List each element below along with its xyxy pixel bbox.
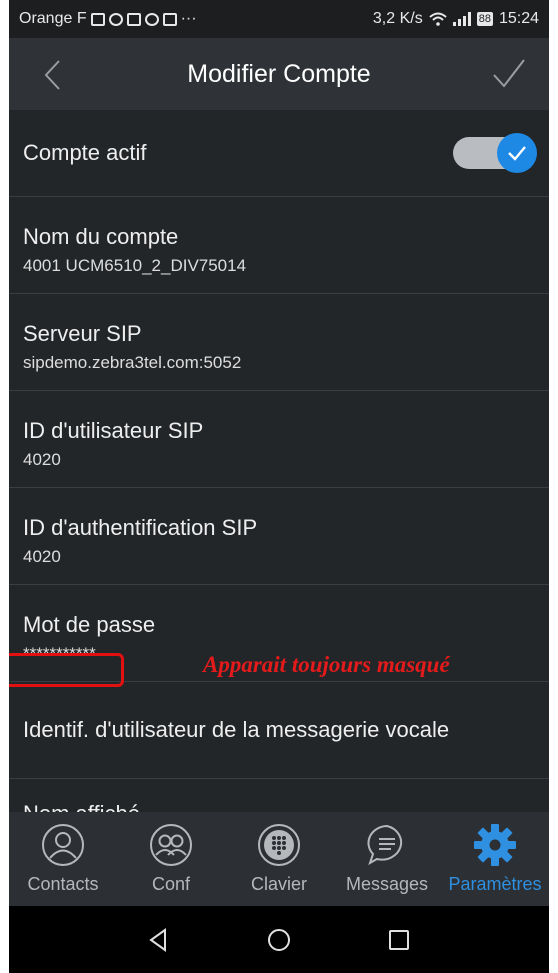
tab-label: Clavier [250,874,307,894]
chat-icon [367,824,403,866]
system-navigation [9,906,549,973]
dialpad-icon [258,824,300,866]
network-speed: 3,2 K/s [372,10,423,27]
notification-icon [90,12,105,26]
message-icon [126,12,141,26]
tab-label: Paramètres [448,874,542,894]
account-active-label: Compte actif [23,140,147,165]
tab-label: Messages [345,874,429,894]
clock: 15:24 [498,10,539,27]
voicemail-user-id-label: Identif. d'utilisateur de la messagerie … [23,717,450,742]
account-name-value: 4001 UCM6510_2_DIV75014 [23,256,247,275]
signal-icon [452,12,471,26]
sip-user-id-label: ID d'utilisateur SIP [23,418,204,443]
gear-icon [474,824,516,866]
tab-messages[interactable]: Messages [333,812,441,906]
bottom-navigation: Contacts Conf Clavier Messages Paramètre… [9,812,549,906]
person-icon [42,824,84,866]
app-bar: Modifier Compte [9,38,549,110]
mail-icon [162,12,177,26]
sip-server-label: Serveur SIP [23,321,142,346]
checkmark-icon[interactable] [491,56,527,92]
account-name-row[interactable]: Nom du compte 4001 UCM6510_2_DIV75014 [9,197,549,294]
back-triangle-icon[interactable] [145,926,173,954]
display-name-label: Nom affiché [23,801,549,812]
status-bar: Orange F ··· 3,2 K/s 88 15:24 [9,0,549,38]
more-notifications: ··· [180,10,197,27]
sip-auth-id-row[interactable]: ID d'authentification SIP 4020 [9,488,549,585]
account-active-row[interactable]: Compte actif [9,110,549,197]
sip-auth-id-label: ID d'authentification SIP [23,515,258,540]
home-circle-icon[interactable] [265,926,293,954]
sip-user-id-value: 4020 [23,450,61,469]
group-icon [150,824,192,866]
chevron-left-icon[interactable] [37,58,71,92]
password-label: Mot de passe [23,612,156,637]
page-title: Modifier Compte [187,59,371,88]
tab-contacts[interactable]: Contacts [9,812,117,906]
wifi-icon [429,12,447,26]
tab-label: Conf [151,874,191,894]
display-name-row[interactable]: Nom affiché [9,779,549,812]
sip-auth-id-value: 4020 [23,547,61,566]
account-active-toggle[interactable] [453,133,537,173]
tab-clavier[interactable]: Clavier [225,812,333,906]
sip-user-id-row[interactable]: ID d'utilisateur SIP 4020 [9,391,549,488]
account-settings-list: Compte actif Nom du compte 4001 UCM6510_… [9,110,549,812]
sip-server-row[interactable]: Serveur SIP sipdemo.zebra3tel.com:5052 [9,294,549,391]
tab-conf[interactable]: Conf [117,812,225,906]
recents-square-icon[interactable] [385,926,413,954]
missed-call-icon [108,12,123,26]
voicemail-user-id-row[interactable]: Identif. d'utilisateur de la messagerie … [9,682,549,779]
sip-server-value: sipdemo.zebra3tel.com:5052 [23,353,242,372]
battery-icon: 88 [476,12,493,26]
tab-label: Contacts [27,874,99,894]
check-circle-icon [144,12,159,26]
password-annotation: Apparait toujours masqué [203,652,450,677]
account-name-label: Nom du compte [23,224,179,249]
tab-parametres[interactable]: Paramètres [441,812,549,906]
carrier-label: Orange F [19,10,87,27]
toggle-check-icon [508,146,526,161]
phone-screen: Orange F ··· 3,2 K/s 88 15:24 Modifier C… [9,0,549,973]
password-row[interactable]: Mot de passe *********** Apparait toujou… [9,585,549,687]
